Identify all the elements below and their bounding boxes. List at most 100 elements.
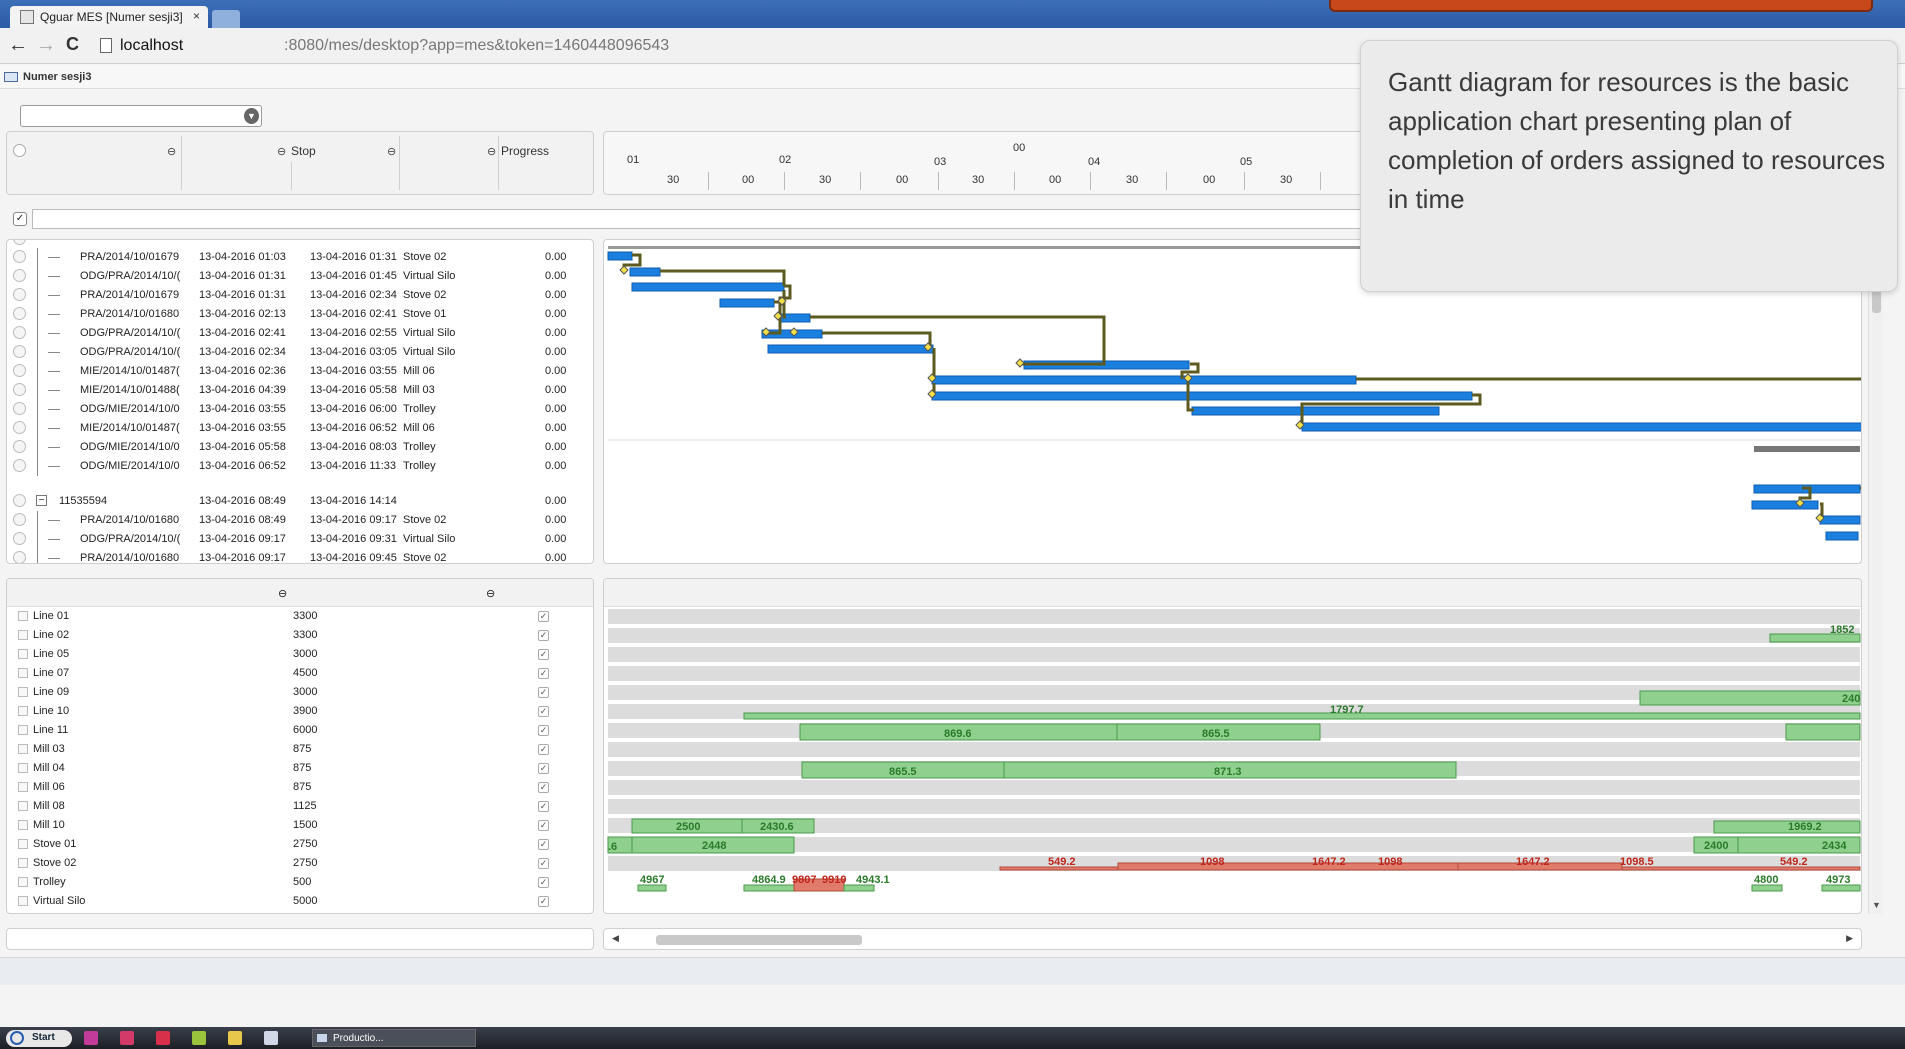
resource-row[interactable]: Trolley 500 ✓ [7,873,593,892]
select-all-icon[interactable] [13,144,26,157]
forward-arrow-icon[interactable]: → [36,34,56,57]
enabled-checkbox[interactable]: ✓ [538,725,549,736]
paint-icon[interactable] [84,1031,98,1045]
row-status-icon[interactable] [13,250,26,263]
app-icon[interactable] [156,1031,170,1045]
row-status-icon[interactable] [13,326,26,339]
row-status-icon[interactable] [13,269,26,282]
back-arrow-icon[interactable]: ← [8,34,28,57]
enabled-checkbox[interactable]: ✓ [538,896,549,907]
browser-tab[interactable]: Qguar MES [Numer sesji3] × [10,6,208,28]
row-select-checkbox[interactable] [18,782,28,792]
resource-row[interactable]: Mill 08 1125 ✓ [7,797,593,816]
filter-input[interactable] [32,209,1402,229]
scroll-right-icon[interactable]: ▶ [1846,933,1853,944]
enabled-checkbox[interactable]: ✓ [538,858,549,869]
enabled-checkbox[interactable]: ✓ [538,839,549,850]
enabled-checkbox[interactable]: ✓ [538,649,549,660]
table-row[interactable]: MIE/2014/10/01487(13-04-2016 03:55 13-04-… [7,419,593,438]
row-select-checkbox[interactable] [18,858,28,868]
row-select-checkbox[interactable] [18,630,28,640]
scrollbar-thumb[interactable] [656,935,862,945]
table-row[interactable]: PRA/2014/10/01680 13-04-2016 08:49 13-04-2… [7,511,593,530]
scroll-left-icon[interactable]: ◀ [612,933,619,944]
horizontal-scrollbar[interactable]: ◀ ▶ [603,928,1862,950]
table-row[interactable]: ODG/PRA/2014/10/(13-04-2016 02:41 13-04-2… [7,324,593,343]
resource-row[interactable]: Line 11 6000 ✓ [7,721,593,740]
sort-icon[interactable]: ⊖ [487,145,496,158]
row-select-checkbox[interactable] [18,801,28,811]
row-status-icon[interactable] [13,402,26,415]
resource-row[interactable]: Mill 06 875 ✓ [7,778,593,797]
table-row[interactable]: ODG/MIE/2014/10/0 13-04-2016 06:52 13-04-2… [7,457,593,476]
resource-row[interactable]: Line 01 3300 ✓ [7,607,593,626]
collapse-icon[interactable]: − [36,495,47,506]
taskbar-item[interactable]: Productio... [312,1029,476,1047]
sort-icon[interactable]: ⊖ [277,145,286,158]
sort-icon[interactable]: ⊖ [278,587,287,600]
enabled-checkbox[interactable]: ✓ [538,877,549,888]
row-select-checkbox[interactable] [18,820,28,830]
folder-icon[interactable] [228,1031,242,1045]
row-select-checkbox[interactable] [18,725,28,735]
enabled-checkbox[interactable]: ✓ [538,782,549,793]
row-status-icon[interactable] [13,364,26,377]
enabled-checkbox[interactable]: ✓ [538,763,549,774]
enabled-checkbox[interactable]: ✓ [538,820,549,831]
enabled-checkbox[interactable]: ✓ [538,744,549,755]
enabled-checkbox[interactable]: ✓ [538,630,549,641]
enabled-checkbox[interactable]: ✓ [538,801,549,812]
row-select-checkbox[interactable] [18,744,28,754]
column-header-progress[interactable]: Progress [501,144,549,158]
column-header-stop[interactable]: Stop [291,144,316,158]
address-bar[interactable]: localhost :8080/mes/desktop?app=mes&toke… [100,34,1360,58]
row-status-icon[interactable] [13,551,26,563]
resource-row[interactable]: Mill 04 875 ✓ [7,759,593,778]
sort-icon[interactable]: ⊖ [486,587,495,600]
table-row[interactable]: PRA/2014/10/01679 13-04-2016 01:31 13-04-2… [7,286,593,305]
new-tab-button[interactable] [212,10,240,28]
row-status-icon[interactable] [13,459,26,472]
enabled-checkbox[interactable]: ✓ [538,611,549,622]
enabled-checkbox[interactable]: ✓ [538,687,549,698]
row-select-checkbox[interactable] [18,763,28,773]
row-select-checkbox[interactable] [18,839,28,849]
row-select-checkbox[interactable] [18,687,28,697]
enabled-checkbox[interactable]: ✓ [538,668,549,679]
table-row[interactable]: MIE/2014/10/01488(13-04-2016 04:39 13-04-… [7,381,593,400]
resource-row[interactable]: Virtual Silo 5000 ✓ [7,892,593,911]
row-status-icon[interactable] [13,513,26,526]
row-status-icon[interactable] [13,345,26,358]
row-status-icon[interactable] [13,440,26,453]
table-row[interactable]: ODG/MIE/2014/10/0 13-04-2016 03:55 13-04-2… [7,400,593,419]
close-tab-icon[interactable]: × [193,9,200,23]
filter-checkbox[interactable]: ✓ [13,212,27,226]
row-select-checkbox[interactable] [18,649,28,659]
enabled-checkbox[interactable]: ✓ [538,706,549,717]
row-status-icon[interactable] [13,494,26,507]
chevron-down-icon[interactable]: ▼ [244,108,259,124]
row-select-checkbox[interactable] [18,611,28,621]
resource-row[interactable]: Line 05 3000 ✓ [7,645,593,664]
row-status-icon[interactable] [13,532,26,545]
row-select-checkbox[interactable] [18,668,28,678]
row-select-checkbox[interactable] [18,877,28,887]
view-selector-combo[interactable]: ▼ [20,105,262,127]
resource-row[interactable]: Line 07 4500 ✓ [7,664,593,683]
row-status-icon[interactable] [13,240,26,245]
window-icon[interactable] [264,1031,278,1045]
row-status-icon[interactable] [13,421,26,434]
app-icon[interactable] [192,1031,206,1045]
row-status-icon[interactable] [13,307,26,320]
table-row[interactable]: PRA/2014/10/01680 13-04-2016 02:13 13-04-2… [7,305,593,324]
table-row[interactable]: ODG/PRA/2014/10/(13-04-2016 01:31 13-04-2… [7,267,593,286]
resource-row[interactable]: Line 09 3000 ✓ [7,683,593,702]
app-icon[interactable] [120,1031,134,1045]
reload-icon[interactable]: C [66,34,79,55]
resource-row[interactable]: Stove 02 2750 ✓ [7,854,593,873]
resource-row[interactable]: Mill 10 1500 ✓ [7,816,593,835]
resource-row[interactable]: Line 02 3300 ✓ [7,626,593,645]
table-row[interactable]: MIE/2014/10/01487(13-04-2016 02:36 13-04-… [7,362,593,381]
row-select-checkbox[interactable] [18,706,28,716]
table-row[interactable]: ODG/MIE/2014/10/0 13-04-2016 05:58 13-04-2… [7,438,593,457]
